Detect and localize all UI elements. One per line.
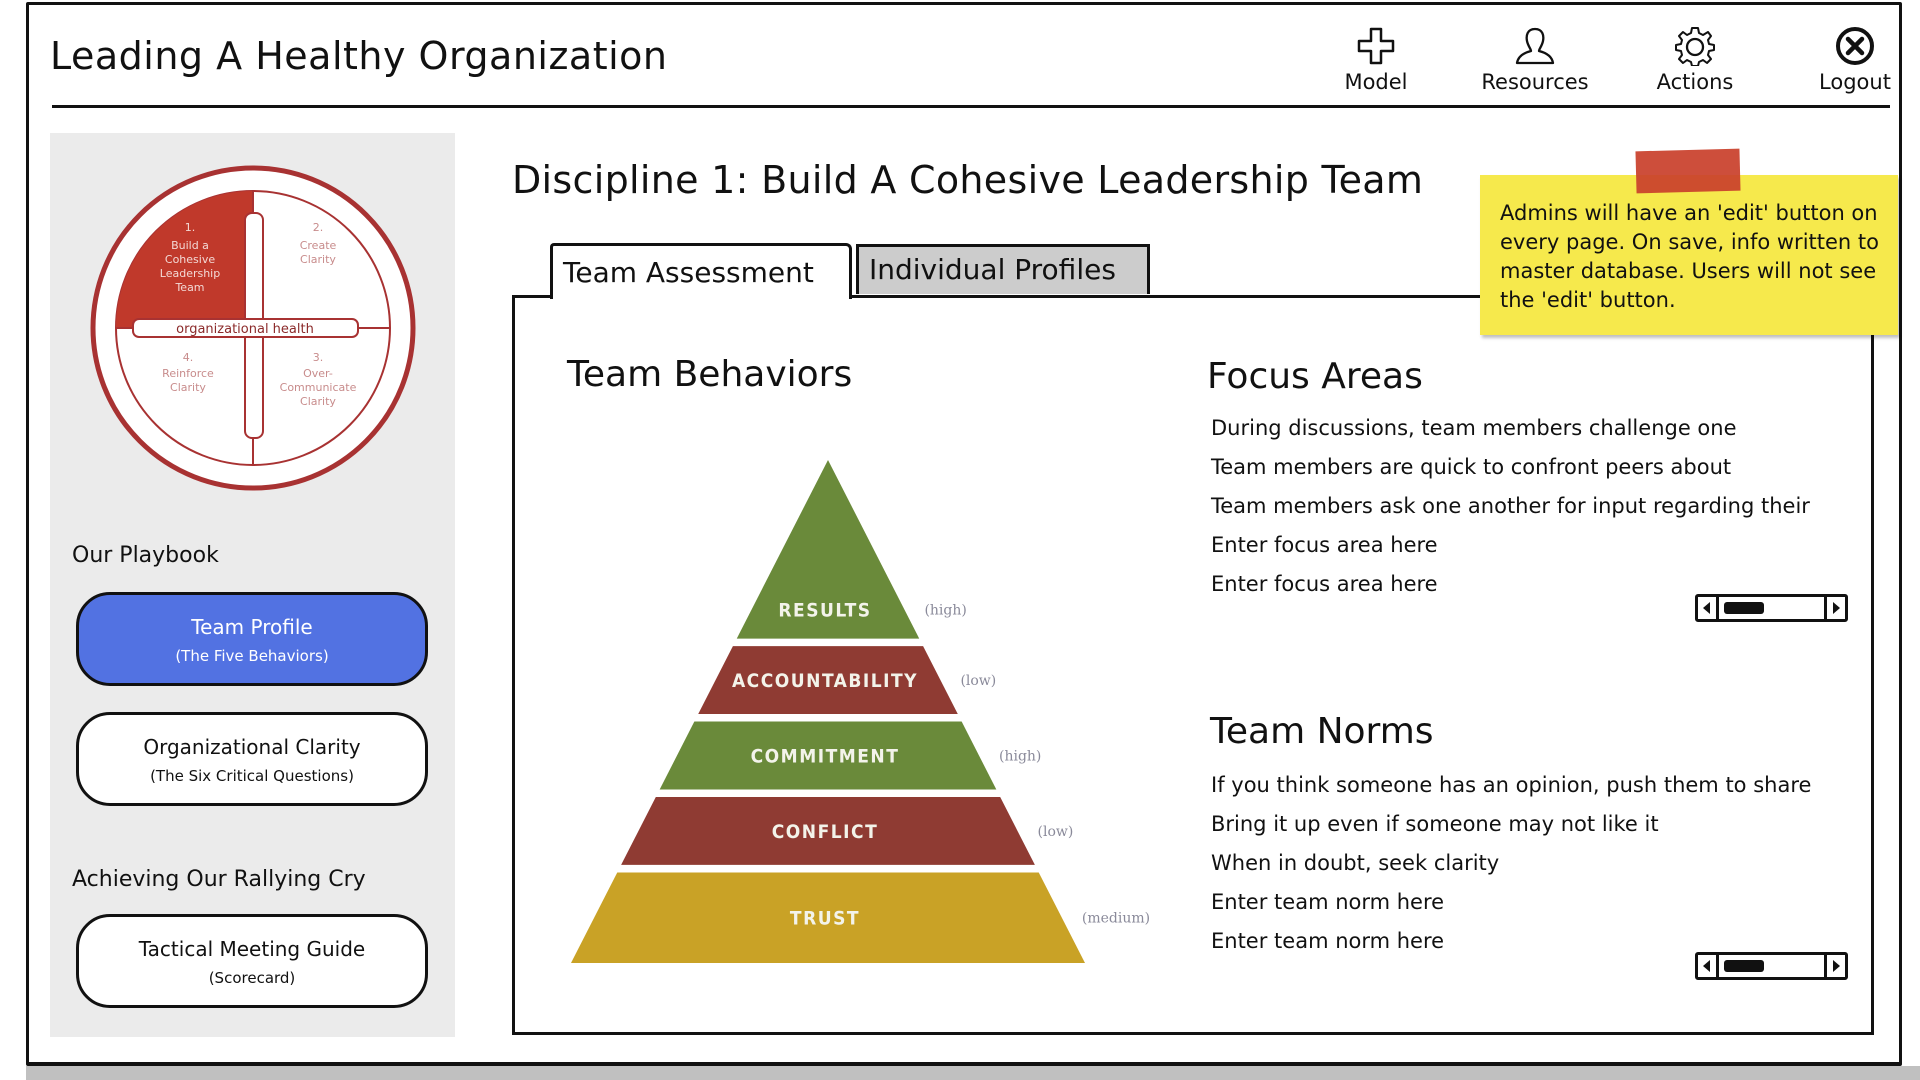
q1-line-1: Build a (171, 239, 209, 252)
scroll-left-arrow[interactable] (1698, 597, 1719, 619)
pyramid-label-commitment: COMMITMENT (751, 746, 900, 768)
q1-line-2: Cohesive (165, 253, 215, 266)
gear-icon (1675, 27, 1715, 66)
organizational-health-logo[interactable]: organizational health 1. Build a Cohesiv… (88, 163, 418, 493)
q2-line-1: Create (300, 239, 337, 252)
nav-model-label: Model (1344, 70, 1408, 94)
sticky-note: Admins will have an 'edit' button on eve… (1480, 175, 1898, 335)
window-bottom-bar (26, 1066, 1920, 1080)
pyramid-label-conflict: CONFLICT (772, 821, 879, 843)
triangle-right-icon (1833, 960, 1840, 972)
triangle-left-icon (1703, 602, 1710, 614)
team-profile-title: Team Profile (191, 615, 313, 639)
app-title: Leading A Healthy Organization (50, 34, 668, 78)
team-norm-item[interactable]: If you think someone has an opinion, pus… (1211, 773, 1811, 797)
triangle-right-icon (1833, 602, 1840, 614)
team-behaviors-heading: Team Behaviors (567, 354, 853, 395)
scroll-left-arrow[interactable] (1698, 955, 1719, 977)
focus-area-item[interactable]: Enter focus area here (1211, 572, 1438, 596)
q4-line-2: Clarity (170, 381, 206, 394)
q1-line-4: Team (174, 281, 204, 294)
team-norms-heading: Team Norms (1210, 711, 1434, 752)
focus-area-item[interactable]: Team members ask one another for input r… (1211, 494, 1810, 518)
focus-areas-scrollbar[interactable] (1695, 594, 1848, 622)
close-circle-icon (1836, 27, 1874, 65)
q3-line-3: Clarity (300, 395, 336, 408)
nav-resources-button[interactable]: Resources (1470, 26, 1600, 98)
section-heading-rallying-cry: Achieving Our Rallying Cry (72, 867, 366, 892)
nav-model-button[interactable]: Model (1311, 26, 1441, 98)
pyramid-level-results: (high) (924, 603, 966, 619)
scroll-right-arrow[interactable] (1824, 597, 1845, 619)
q1-line-3: Leadership (160, 267, 220, 280)
team-norms-scrollbar[interactable] (1695, 952, 1848, 980)
pyramid-level-accountability: (low) (960, 673, 996, 689)
team-profile-button[interactable]: Team Profile (The Five Behaviors) (76, 592, 428, 686)
organizational-clarity-title: Organizational Clarity (143, 735, 361, 759)
q1-number: 1. (185, 221, 196, 234)
tactical-meeting-guide-button[interactable]: Tactical Meeting Guide (Scorecard) (76, 914, 428, 1008)
pyramid-level-commitment: (high) (999, 749, 1041, 765)
team-norm-item[interactable]: Enter team norm here (1211, 929, 1444, 953)
pyramid-level-conflict: (low) (1038, 824, 1074, 840)
header-divider (52, 105, 1890, 108)
scroll-thumb[interactable] (1724, 602, 1764, 614)
triangle-left-icon (1703, 960, 1710, 972)
logo-center-label: organizational health (176, 322, 314, 337)
team-norm-item[interactable]: When in doubt, seek clarity (1211, 851, 1499, 875)
user-icon (1515, 27, 1555, 65)
focus-area-item[interactable]: Team members are quick to confront peers… (1211, 455, 1731, 479)
tactical-meeting-guide-subtitle: (Scorecard) (208, 969, 296, 987)
section-heading-playbook: Our Playbook (72, 543, 219, 568)
q2-line-2: Clarity (300, 253, 336, 266)
team-norm-item[interactable]: Enter team norm here (1211, 890, 1444, 914)
scroll-thumb[interactable] (1724, 960, 1764, 972)
nav-logout-button[interactable]: Logout (1790, 26, 1920, 98)
focus-area-item[interactable]: Enter focus area here (1211, 533, 1438, 557)
nav-resources-label: Resources (1481, 70, 1589, 94)
focus-area-item[interactable]: During discussions, team members challen… (1211, 416, 1737, 440)
team-profile-subtitle: (The Five Behaviors) (175, 647, 329, 665)
q4-number: 4. (183, 351, 194, 364)
scroll-right-arrow[interactable] (1824, 955, 1845, 977)
q3-line-2: Communicate (280, 381, 357, 394)
organizational-clarity-subtitle: (The Six Critical Questions) (150, 767, 354, 785)
sticky-note-text: Admins will have an 'edit' button on eve… (1500, 201, 1879, 312)
tab-team-assessment[interactable]: Team Assessment (550, 243, 852, 299)
nav-actions-button[interactable]: Actions (1630, 26, 1760, 98)
team-norm-item[interactable]: Bring it up even if someone may not like… (1211, 812, 1659, 836)
pyramid-level-trust: (medium) (1082, 911, 1150, 927)
page-title: Discipline 1: Build A Cohesive Leadershi… (512, 158, 1424, 202)
tab-individual-profiles[interactable]: Individual Profiles (856, 244, 1150, 294)
pyramid-label-accountability: ACCOUNTABILITY (732, 670, 918, 692)
pyramid-label-results: RESULTS (778, 600, 871, 622)
sticky-note-tape (1635, 148, 1741, 194)
pyramid-label-trust: TRUST (790, 908, 860, 930)
focus-areas-heading: Focus Areas (1207, 356, 1423, 397)
five-behaviors-pyramid: RESULTS (high) ACCOUNTABILITY (low) COMMITME… (571, 460, 1150, 963)
nav-actions-label: Actions (1656, 70, 1734, 94)
organizational-clarity-button[interactable]: Organizational Clarity (The Six Critical… (76, 712, 428, 806)
plus-icon (1357, 27, 1395, 65)
q3-line-1: Over- (303, 367, 333, 380)
q4-line-1: Reinforce (162, 367, 214, 380)
nav-logout-label: Logout (1819, 70, 1891, 94)
q3-number: 3. (313, 351, 324, 364)
q2-number: 2. (313, 221, 324, 234)
tactical-meeting-guide-title: Tactical Meeting Guide (138, 937, 366, 961)
